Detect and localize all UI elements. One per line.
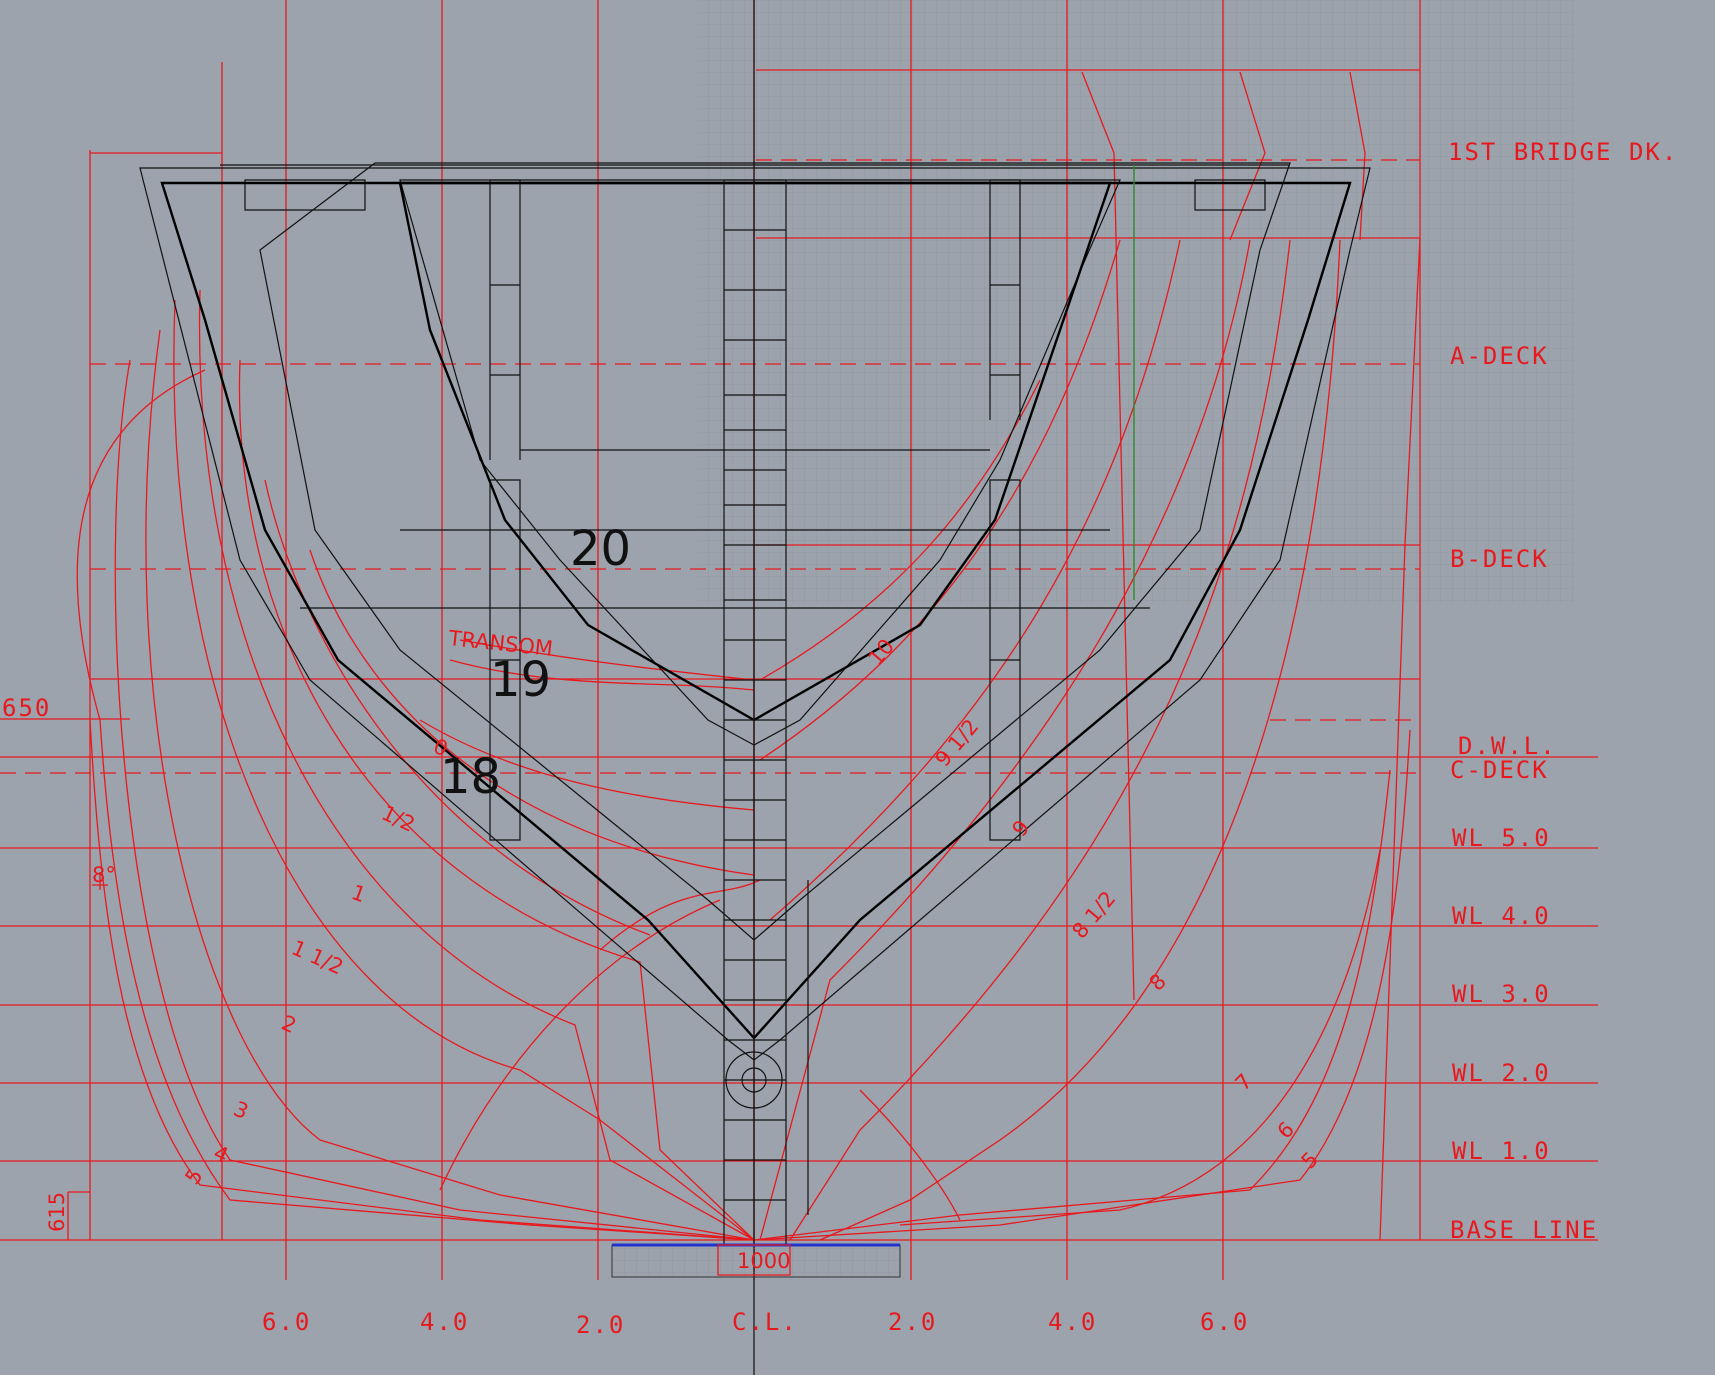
hb-left-2: 2.0: [576, 1311, 625, 1339]
dimension-label-group: 650 615 1000 8°: [2, 694, 790, 1273]
station-6: 6: [1273, 1117, 1299, 1143]
station-9-half: 9 1/2: [930, 715, 983, 772]
hb-right-6: 6.0: [1200, 1308, 1249, 1336]
frame-19: 19: [490, 652, 551, 708]
station-8-half: 8 1/2: [1067, 887, 1120, 944]
label-wl2: WL 2.0: [1452, 1059, 1551, 1087]
station-half: 1/2: [378, 801, 419, 837]
station-1-half: 1 1/2: [288, 936, 347, 980]
fine-grid: [698, 0, 1574, 603]
label-c-deck: C-DECK: [1450, 756, 1549, 784]
aft-sections: [76, 289, 755, 1241]
hb-left-6: 6.0: [262, 1308, 311, 1336]
label-wl5: WL 5.0: [1452, 824, 1551, 852]
dim-angle: 8°: [92, 863, 116, 887]
station-8: 8: [1145, 969, 1171, 995]
hb-right-2: 2.0: [888, 1308, 937, 1336]
frame-20: 20: [570, 521, 631, 577]
label-base-line: BASE LINE: [1450, 1216, 1598, 1244]
dim-1000: 1000: [737, 1249, 790, 1273]
hb-centerline: C.L.: [732, 1308, 798, 1336]
station-2: 2: [278, 1011, 300, 1038]
label-wl3: WL 3.0: [1452, 980, 1551, 1008]
body-plan-canvas: 1ST BRIDGE DK. A-DECK B-DECK D.W.L. C-DE…: [0, 0, 1678, 1375]
label-b-deck: B-DECK: [1450, 545, 1549, 573]
hb-left-4: 4.0: [420, 1308, 469, 1336]
label-wl1: WL 1.0: [1452, 1137, 1551, 1165]
label-1st-bridge-deck: 1ST BRIDGE DK.: [1448, 138, 1678, 166]
station-1: 1: [348, 880, 369, 907]
station-3: 3: [230, 1097, 252, 1124]
label-wl4: WL 4.0: [1452, 902, 1551, 930]
hb-right-4: 4.0: [1048, 1308, 1097, 1336]
dimension-marks: [67, 872, 791, 1276]
station-5-right: 5: [1297, 1147, 1323, 1173]
station-label-group: TRANSOM 0 1/2 1 1 1/2 2 3 4 5 10 9 1/2 9…: [180, 626, 1323, 1189]
half-breadth-label-group: 6.0 4.0 2.0 C.L. 2.0 4.0 6.0: [262, 1308, 1249, 1339]
dim-615: 615: [45, 1192, 69, 1232]
station-4: 4: [210, 1141, 232, 1168]
station-7: 7: [1231, 1069, 1257, 1095]
station-9: 9: [1007, 816, 1034, 842]
frame-18: 18: [440, 749, 501, 805]
dim-650: 650: [2, 694, 51, 722]
body-plan-drawing: 1ST BRIDGE DK. A-DECK B-DECK D.W.L. C-DE…: [0, 0, 1715, 1375]
label-a-deck: A-DECK: [1450, 342, 1549, 370]
